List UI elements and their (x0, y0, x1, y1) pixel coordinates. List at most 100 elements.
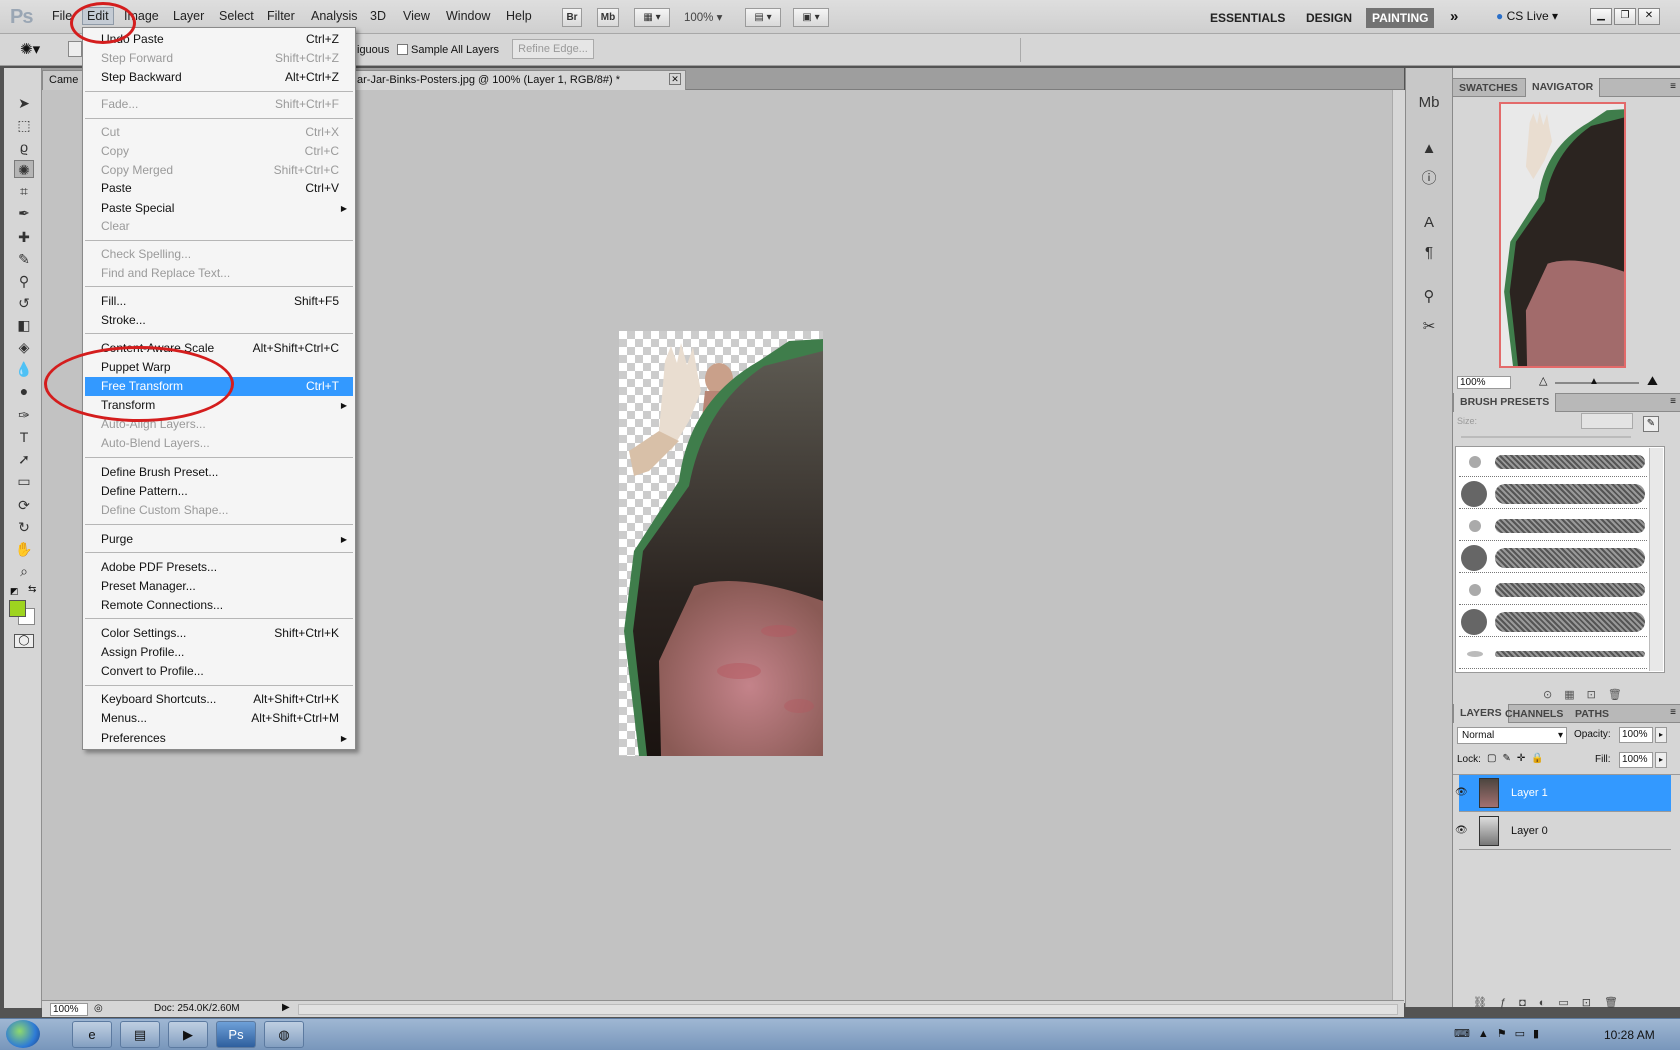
opacity-field[interactable]: 100% (1619, 727, 1653, 743)
layers-footer-icons[interactable]: ⛓ƒ◘◐▭⊡🗑 (1473, 996, 1631, 1009)
pen-tool-icon[interactable]: ✑ (14, 406, 34, 424)
document-tab-active[interactable]: ar-Jar-Binks-Posters.jpg @ 100% (Layer 1… (350, 70, 686, 90)
zoom-level-select[interactable]: 100% ▾ (684, 10, 722, 24)
panel-menu-icon[interactable]: ≡ (1670, 81, 1676, 92)
document-tab-camera[interactable]: Came (42, 70, 86, 90)
status-info-icon[interactable]: ◎ (94, 1003, 103, 1014)
zoom-in-icon[interactable]: ⛰ (1647, 373, 1658, 389)
view-extras-button[interactable]: ▦ ▾ (634, 8, 670, 27)
menu-item-define-brush-preset[interactable]: Define Brush Preset... (85, 463, 353, 482)
brush-preset-item[interactable] (1459, 543, 1647, 573)
panel-menu-icon[interactable]: ≡ (1670, 396, 1676, 407)
screen-mode-button[interactable]: ▣ ▾ (793, 8, 829, 27)
brush-tool-icon[interactable]: ✎ (14, 250, 34, 268)
zoom-slider-handle-icon[interactable]: ▲ (1589, 376, 1599, 387)
brush-list[interactable] (1455, 446, 1665, 673)
menu-help[interactable]: Help (506, 9, 532, 23)
menu-item-step-backward[interactable]: Step Backward Alt+Ctrl+Z (85, 68, 353, 87)
tab-layers[interactable]: LAYERS (1453, 704, 1509, 723)
brush-list-scrollbar[interactable] (1649, 448, 1663, 671)
zoom-out-icon[interactable]: △ (1539, 374, 1547, 387)
foreground-color-swatch[interactable] (9, 600, 26, 617)
refine-edge-button[interactable]: Refine Edge... (512, 39, 594, 59)
brush-preset-item[interactable] (1459, 607, 1647, 637)
menu-item-preferences[interactable]: Preferences ▶ (85, 729, 353, 748)
3d-rotate-tool-icon[interactable]: ⟳ (14, 496, 34, 514)
mini-bridge-panel-icon[interactable]: Mb (1418, 92, 1440, 114)
menu-file[interactable]: File (52, 9, 72, 23)
arrange-documents-button[interactable]: ▤ ▾ (745, 8, 781, 27)
close-button[interactable]: ✕ (1638, 8, 1660, 25)
blend-mode-select[interactable]: Normal ▾ (1457, 727, 1567, 744)
menu-item-color-settings[interactable]: Color Settings... Shift+Ctrl+K (85, 624, 353, 643)
menu-filter[interactable]: Filter (267, 9, 295, 23)
blur-tool-icon[interactable]: 💧 (14, 360, 34, 378)
brush-preset-item[interactable] (1459, 511, 1647, 541)
brush-size-field[interactable] (1581, 413, 1633, 429)
tab-swatches[interactable]: SWATCHES (1459, 82, 1518, 94)
tray-icons[interactable]: ⌨▲⚑▭▮ (1454, 1027, 1547, 1040)
close-document-icon[interactable]: ✕ (669, 73, 681, 85)
taskbar-app-icon[interactable]: ◍ (264, 1021, 304, 1048)
quick-selection-tool-icon[interactable]: ✺ (14, 160, 34, 178)
status-zoom-field[interactable]: 100% (50, 1003, 88, 1016)
menu-item-purge[interactable]: Purge ▶ (85, 530, 353, 549)
workspace-design[interactable]: DESIGN (1306, 8, 1352, 28)
taskbar-media-player-icon[interactable]: ▶ (168, 1021, 208, 1048)
menu-item-menus[interactable]: Menus... Alt+Shift+Ctrl+M (85, 709, 353, 728)
brush-size-slider[interactable] (1461, 436, 1631, 438)
menu-3d[interactable]: 3D (370, 9, 386, 23)
canvas-image[interactable] (619, 331, 823, 756)
menu-item-content-aware-scale[interactable]: Content-Aware Scale Alt+Shift+Ctrl+C (85, 339, 353, 358)
menu-item-puppet-warp[interactable]: Puppet Warp (85, 358, 353, 377)
quick-mask-icon[interactable]: ◯ (14, 634, 34, 648)
panel-menu-icon[interactable]: ≡ (1670, 707, 1676, 718)
navigator-zoom-field[interactable]: 100% (1457, 376, 1511, 389)
histogram-panel-icon[interactable]: ▲ (1418, 138, 1440, 160)
type-tool-icon[interactable]: T (14, 428, 34, 446)
menu-window[interactable]: Window (446, 9, 490, 23)
taskbar-clock[interactable]: 10:28 AM (1604, 1028, 1655, 1042)
character-panel-icon[interactable]: A (1418, 212, 1440, 234)
move-tool-icon[interactable]: ➤ (14, 94, 34, 112)
taskbar-ie-icon[interactable]: e (72, 1021, 112, 1048)
mini-bridge-button[interactable]: Mb (597, 8, 619, 27)
menu-item-stroke[interactable]: Stroke... (85, 311, 353, 330)
default-colors-icon[interactable]: ◩ (10, 586, 19, 597)
menu-analysis[interactable]: Analysis (311, 9, 358, 23)
brush-preset-item[interactable] (1459, 479, 1647, 509)
zoom-tool-icon[interactable]: ⌕ (14, 562, 34, 580)
menu-item-free-transform[interactable]: Free Transform Ctrl+T (85, 377, 353, 396)
menu-item-paste-special[interactable]: Paste Special ▶ (85, 199, 353, 218)
sample-all-layers-checkbox[interactable] (397, 44, 408, 55)
brush-panel-footer-icons[interactable]: ⊙▦⊡🗑 (1543, 688, 1634, 701)
menu-layer[interactable]: Layer (173, 9, 204, 23)
menu-item-paste[interactable]: Paste Ctrl+V (85, 179, 353, 198)
clone-stamp-tool-icon[interactable]: ⚲ (14, 272, 34, 290)
marquee-tool-icon[interactable]: ⬚ (14, 116, 34, 134)
menu-item-fill[interactable]: Fill... Shift+F5 (85, 292, 353, 311)
crop-tool-icon[interactable]: ⌗ (14, 182, 34, 200)
fill-field[interactable]: 100% (1619, 752, 1653, 768)
healing-brush-tool-icon[interactable]: ✚ (14, 228, 34, 246)
menu-item-assign-profile[interactable]: Assign Profile... (85, 643, 353, 662)
clone-source-panel-icon[interactable]: ⚲ (1418, 286, 1440, 308)
cs-live-button[interactable]: ● CS Live ▾ (1496, 9, 1558, 23)
navigator-preview[interactable] (1499, 102, 1626, 368)
brush-preset-item[interactable] (1459, 639, 1647, 669)
layer-row-layer-1[interactable]: 👁 Layer 1 (1455, 775, 1671, 812)
menu-item-define-pattern[interactable]: Define Pattern... (85, 482, 353, 501)
history-brush-tool-icon[interactable]: ↺ (14, 294, 34, 312)
menu-item-adobe-pdf-presets[interactable]: Adobe PDF Presets... (85, 558, 353, 577)
bridge-button[interactable]: Br (562, 8, 582, 27)
more-workspaces-icon[interactable]: » (1450, 8, 1458, 25)
menu-select[interactable]: Select (219, 9, 254, 23)
lasso-tool-icon[interactable]: ϱ (14, 138, 34, 156)
new-selection-button[interactable] (68, 41, 82, 57)
brush-preset-item[interactable] (1459, 447, 1647, 477)
menu-edit[interactable]: Edit (82, 7, 114, 25)
tab-brush-presets[interactable]: BRUSH PRESETS (1453, 393, 1557, 412)
opacity-slider-arrow-icon[interactable]: ▸ (1655, 727, 1667, 743)
workspace-painting[interactable]: PAINTING (1366, 8, 1435, 28)
taskbar-explorer-icon[interactable]: ▤ (120, 1021, 160, 1048)
